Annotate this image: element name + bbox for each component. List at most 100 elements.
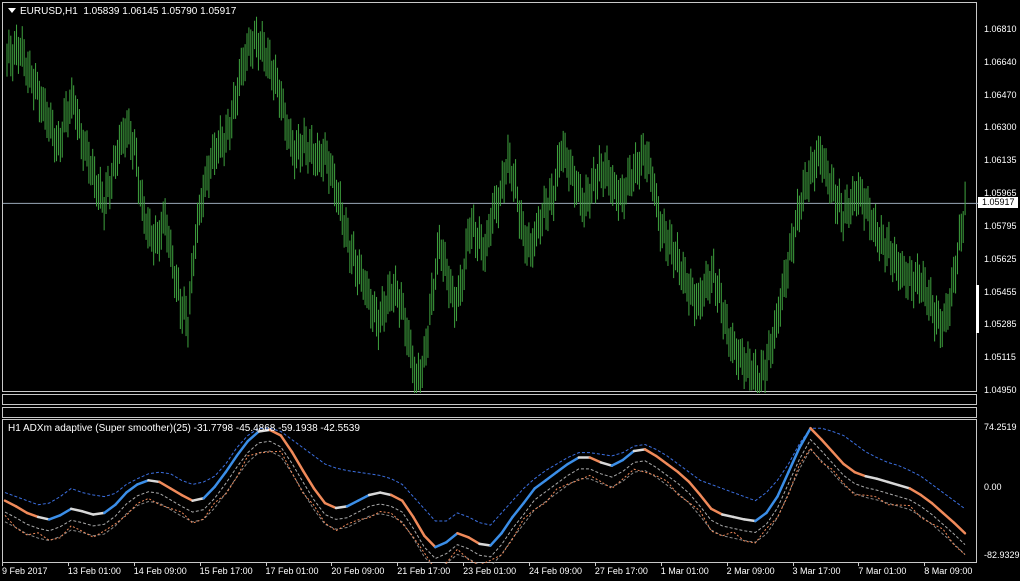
empty-subwindow-2[interactable] — [2, 407, 977, 418]
adx-main-segment — [588, 456, 603, 464]
indicator-pane[interactable]: H1 ADXm adaptive (Super smoother)(25) -3… — [2, 419, 977, 564]
indicator-axis-label: -82.9329 — [984, 550, 1020, 560]
adx-main-segment — [378, 491, 393, 497]
time-axis-label: 1 Mar 01:00 — [660, 566, 709, 576]
price-axis-label: 1.05795 — [984, 220, 1017, 231]
adx-main-segment — [423, 534, 437, 549]
adx-main-segment — [544, 470, 558, 482]
adx-main-segment — [930, 501, 945, 515]
adx-main-segment — [14, 505, 29, 515]
adx-main-segment — [732, 515, 746, 521]
price-axis-label: 1.05285 — [984, 319, 1017, 330]
adx-main-segment — [952, 521, 967, 535]
adx-main-segment — [25, 511, 40, 519]
adx-main-segment — [80, 510, 95, 516]
adx-main-segment — [114, 491, 128, 507]
adx-main-segment — [412, 515, 426, 537]
adx-main-segment — [47, 514, 62, 521]
adx-main-segment — [478, 542, 492, 547]
adx-main-segment — [798, 426, 812, 449]
adx-main-segment — [555, 462, 570, 474]
upper-band-line — [4, 427, 966, 526]
time-axis-label: 20 Feb 09:00 — [331, 566, 385, 576]
adx-main-segment — [489, 532, 503, 547]
adx-main-segment — [522, 487, 536, 505]
adx-main-segment — [610, 458, 625, 467]
adx-main-segment — [92, 511, 106, 516]
adx-main-segment — [434, 540, 448, 549]
price-axis-label: 1.06640 — [984, 56, 1017, 67]
price-axis-label: 1.05455 — [984, 286, 1017, 297]
indicator-canvas — [3, 426, 967, 564]
lower-band-line — [4, 448, 966, 564]
current-price-tag: 1.05917 — [978, 197, 1018, 209]
price-axis-label: 1.06135 — [984, 155, 1017, 166]
adx-main-segment — [720, 513, 735, 519]
indicator-axis-label: 0.00 — [984, 482, 1002, 493]
time-axis-label: 2 Mar 09:00 — [726, 566, 775, 576]
adx-main-segment — [897, 483, 912, 490]
adx-main-segment — [908, 487, 923, 497]
adx-main-segment — [136, 479, 150, 486]
time-axis-label: 27 Feb 17:00 — [594, 566, 648, 576]
time-axis-label: 17 Feb 01:00 — [265, 566, 319, 576]
indicator-axis-label: 74.2519 — [984, 422, 1017, 432]
adx-main-segment — [654, 454, 669, 466]
mt4-chart-window: EURUSD,H1 1.05839 1.06145 1.05790 1.0591… — [0, 0, 1020, 581]
adx-main-segment — [58, 507, 73, 517]
adx-main-segment — [169, 487, 183, 497]
price-axis-label: 1.06470 — [984, 89, 1017, 100]
mid-band-line — [4, 438, 966, 560]
price-axis-label: 1.04950 — [984, 385, 1017, 395]
adx-main-segment — [147, 479, 161, 484]
adx-main-segment — [334, 505, 349, 510]
adx-main-segment — [743, 518, 757, 523]
chart-shift-marker[interactable] — [976, 285, 979, 333]
adx-main-segment — [776, 470, 790, 498]
indicator-title: H1 ADXm adaptive (Super smoother)(25) -3… — [8, 423, 360, 434]
adx-main-segment — [665, 462, 680, 474]
adx-main-segment — [941, 511, 956, 524]
adx-main-segment — [191, 496, 205, 502]
adx-main-segment — [864, 475, 878, 480]
adx-main-segment — [820, 438, 834, 454]
adx-main-segment — [511, 501, 525, 519]
adx-main-segment — [290, 450, 305, 472]
adx-main-segment — [676, 470, 691, 484]
adx-main-segment — [367, 491, 382, 497]
time-axis-label: 3 Mar 17:00 — [792, 566, 841, 576]
adx-main-segment — [36, 515, 51, 521]
adx-main-segment — [831, 450, 845, 466]
time-axis[interactable]: 9 Feb 2017 13 Feb 01:00 14 Feb 09:00 15 Feb… — [0, 562, 978, 581]
adx-main-segment — [467, 536, 481, 546]
time-axis-label: 13 Feb 01:00 — [67, 566, 121, 576]
adx-main-segment — [69, 507, 84, 513]
adx-main-segment — [621, 449, 636, 462]
adx-main-segment — [301, 469, 316, 490]
adx-main-segment — [632, 448, 647, 453]
time-axis-label: 8 Mar 09:00 — [924, 566, 973, 576]
empty-subwindow-1[interactable] — [2, 394, 977, 405]
time-axis-label: 15 Feb 17:00 — [199, 566, 253, 576]
adx-main-segment — [180, 493, 194, 502]
time-axis-label: 7 Mar 01:00 — [858, 566, 907, 576]
time-axis-label: 24 Feb 09:00 — [529, 566, 583, 576]
adx-main-segment — [500, 515, 514, 535]
price-chart-canvas — [3, 16, 978, 393]
adx-main-segment — [809, 426, 823, 441]
adx-main-segment — [202, 485, 216, 500]
dropdown-triangle-icon[interactable] — [8, 8, 16, 13]
adx-main-segment — [853, 470, 867, 478]
adx-main-segment — [235, 439, 250, 458]
adx-main-segment — [787, 446, 801, 474]
adx-main-segment — [886, 480, 901, 487]
adx-main-segment — [754, 511, 768, 523]
adx-main-segment — [224, 454, 238, 474]
adx-main-segment — [643, 448, 658, 458]
adx-main-segment — [103, 503, 117, 515]
price-chart-pane[interactable]: EURUSD,H1 1.05839 1.06145 1.05790 1.0591… — [2, 2, 978, 393]
adx-main-segment — [842, 462, 856, 474]
adx-main-segment — [345, 499, 360, 508]
adx-main-segment — [3, 499, 18, 508]
adx-main-segment — [456, 532, 470, 539]
